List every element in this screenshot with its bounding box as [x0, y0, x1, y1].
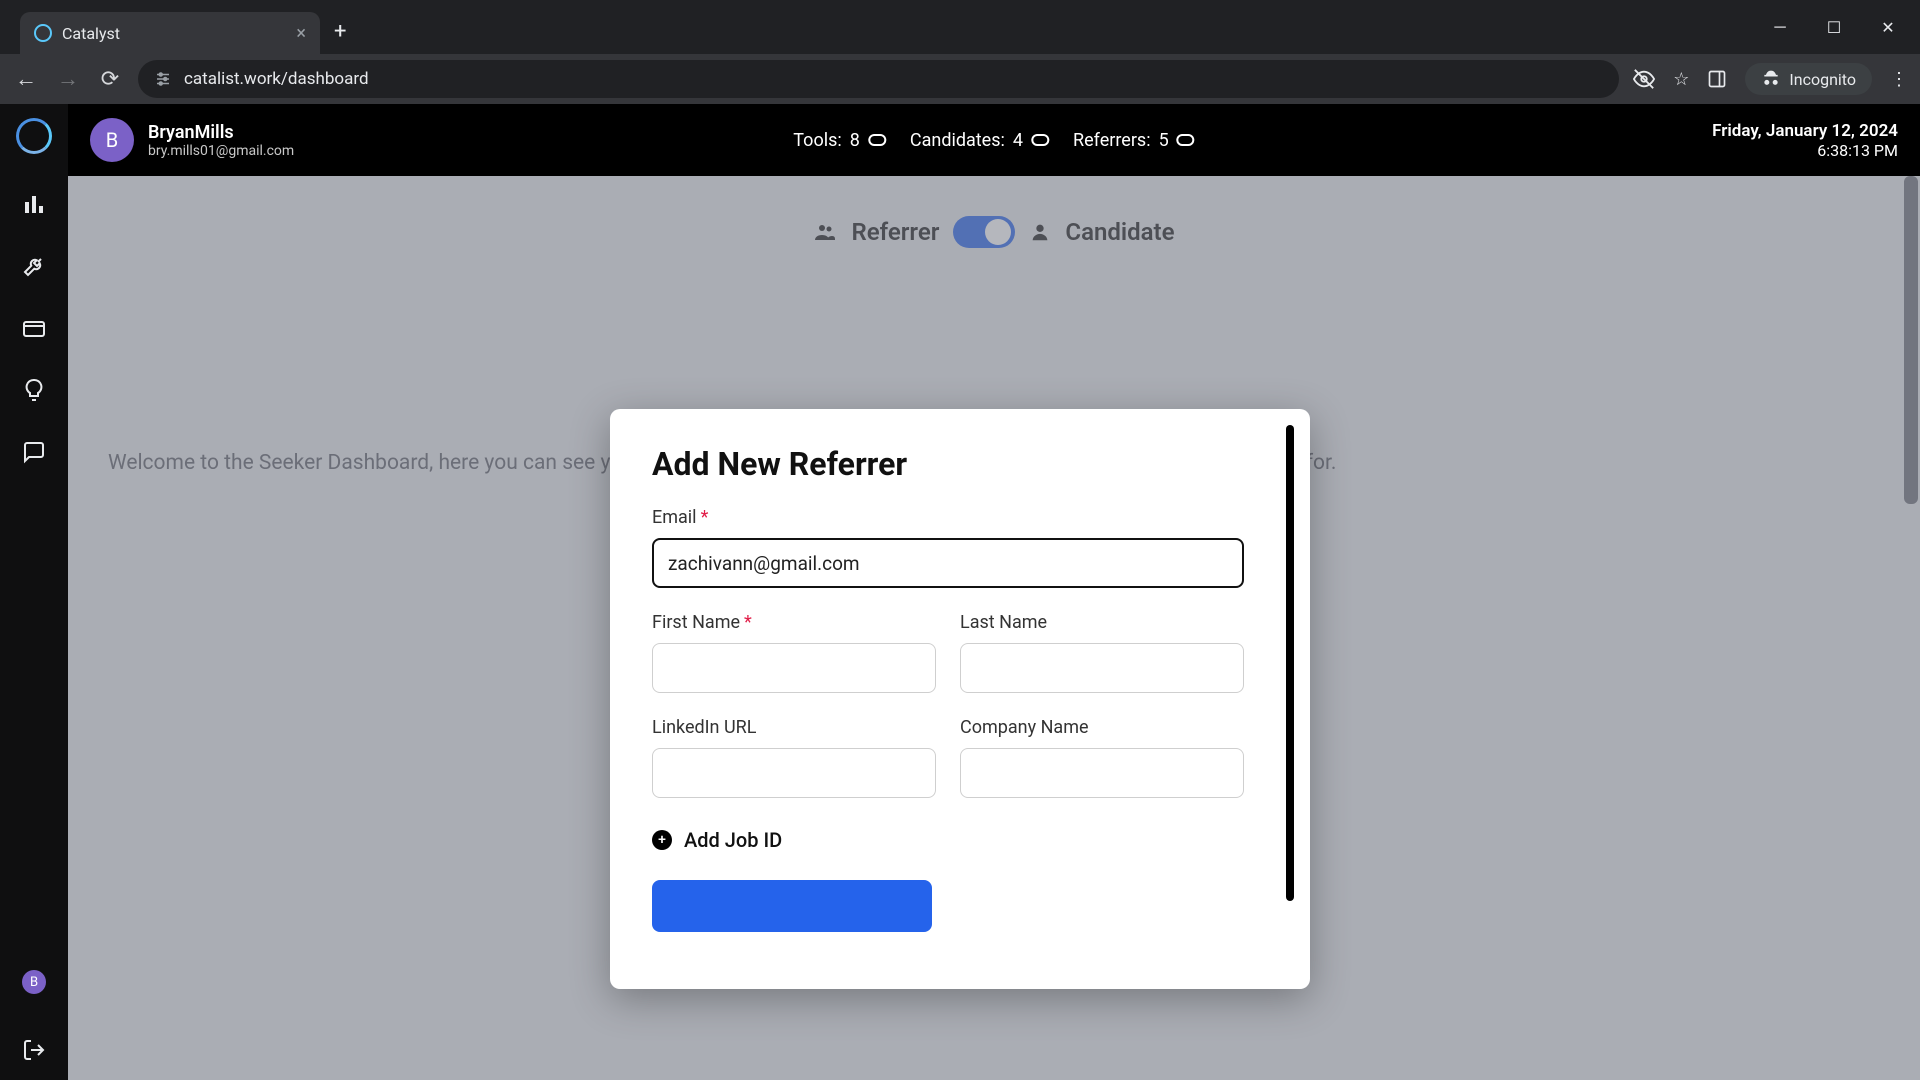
- first-name-label: First Name*: [652, 612, 936, 633]
- browser-titlebar: Catalyst × + ─ ☐ ✕: [0, 0, 1920, 54]
- close-icon[interactable]: ×: [296, 23, 306, 44]
- page: B B BryanMills bry.mills01@gmail.com Too…: [0, 104, 1920, 1080]
- stat-referrers: Referrers: 5: [1073, 130, 1195, 151]
- user-avatar[interactable]: B: [90, 118, 134, 162]
- kebab-menu-icon[interactable]: ⋮: [1890, 69, 1908, 90]
- maximize-icon[interactable]: ☐: [1822, 15, 1846, 39]
- pill-icon: [1177, 134, 1195, 146]
- rail-avatar[interactable]: B: [22, 970, 46, 994]
- add-referrer-modal: Add New Referrer Email* First Name* Last…: [610, 409, 1310, 989]
- logout-icon[interactable]: [22, 1038, 46, 1062]
- browser-tab[interactable]: Catalyst ×: [20, 12, 320, 54]
- app-logo[interactable]: [16, 118, 52, 154]
- last-name-input[interactable]: [960, 643, 1244, 693]
- linkedin-label: LinkedIn URL: [652, 717, 936, 738]
- app-header: B BryanMills bry.mills01@gmail.com Tools…: [68, 104, 1920, 176]
- eye-off-icon[interactable]: [1633, 68, 1655, 90]
- modal-scrollbar[interactable]: [1286, 425, 1294, 901]
- header-datetime: Friday, January 12, 2024 6:38:13 PM: [1712, 121, 1898, 160]
- incognito-icon: [1761, 69, 1781, 89]
- close-window-icon[interactable]: ✕: [1876, 15, 1900, 39]
- pill-icon: [868, 134, 886, 146]
- site-settings-icon[interactable]: [154, 70, 172, 88]
- add-job-id-button[interactable]: + Add Job ID: [652, 828, 1268, 852]
- stat-candidates: Candidates: 4: [910, 130, 1049, 151]
- left-rail: B: [0, 104, 68, 1080]
- first-name-input[interactable]: [652, 643, 936, 693]
- plus-icon: +: [652, 830, 672, 850]
- incognito-badge[interactable]: Incognito: [1745, 63, 1872, 95]
- lightbulb-icon[interactable]: [22, 378, 46, 402]
- reload-icon[interactable]: ⟳: [96, 67, 124, 92]
- back-icon[interactable]: ←: [12, 66, 40, 92]
- header-date: Friday, January 12, 2024: [1712, 121, 1898, 141]
- last-name-label: Last Name: [960, 612, 1244, 633]
- add-job-label: Add Job ID: [684, 828, 782, 852]
- username: BryanMills: [148, 122, 294, 143]
- required-star: *: [744, 612, 752, 633]
- url-bar: ← → ⟳ catalist.work/dashboard ☆ Incognit…: [0, 54, 1920, 104]
- chart-icon[interactable]: [22, 192, 46, 216]
- address-bar[interactable]: catalist.work/dashboard: [138, 60, 1619, 98]
- tab-favicon: [34, 24, 52, 42]
- header-time: 6:38:13 PM: [1712, 141, 1898, 160]
- required-star: *: [701, 507, 709, 528]
- stat-tools: Tools: 8: [793, 130, 886, 151]
- tab-title: Catalyst: [62, 24, 286, 43]
- wallet-icon[interactable]: [22, 316, 46, 340]
- linkedin-input[interactable]: [652, 748, 936, 798]
- star-icon[interactable]: ☆: [1673, 69, 1689, 90]
- modal-title: Add New Referrer: [652, 445, 1268, 483]
- urlbar-actions: ☆ Incognito ⋮: [1633, 63, 1908, 95]
- company-label: Company Name: [960, 717, 1244, 738]
- forward-icon[interactable]: →: [54, 66, 82, 92]
- panel-icon[interactable]: [1707, 69, 1727, 89]
- submit-button[interactable]: [652, 880, 932, 932]
- header-stats: Tools: 8 Candidates: 4 Referrers: 5: [793, 130, 1194, 151]
- user-email: bry.mills01@gmail.com: [148, 143, 294, 159]
- incognito-label: Incognito: [1789, 70, 1856, 89]
- new-tab-button[interactable]: +: [334, 19, 346, 44]
- window-controls: ─ ☐ ✕: [1768, 15, 1900, 39]
- url-text: catalist.work/dashboard: [184, 69, 369, 89]
- tools-icon[interactable]: [22, 254, 46, 278]
- tab-strip: Catalyst × +: [20, 0, 1768, 54]
- email-label: Email*: [652, 507, 1244, 528]
- pill-icon: [1031, 134, 1049, 146]
- company-input[interactable]: [960, 748, 1244, 798]
- user-block: BryanMills bry.mills01@gmail.com: [148, 122, 294, 159]
- minimize-icon[interactable]: ─: [1768, 15, 1792, 39]
- email-input[interactable]: [652, 538, 1244, 588]
- chat-icon[interactable]: [22, 440, 46, 464]
